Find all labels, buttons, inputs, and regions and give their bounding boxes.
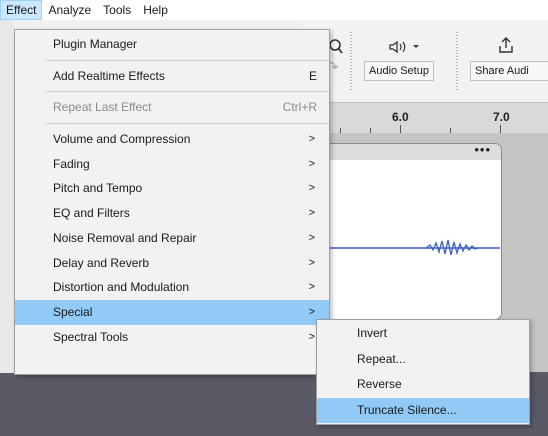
clip-header[interactable]: ••• [319,143,501,160]
ruler-label-6: 6.0 [392,110,409,124]
menu-item-label: Add Realtime Effects [53,68,165,83]
menu-effect[interactable]: Effect [0,0,43,20]
timeline-ruler[interactable]: 6.0 7.0 [300,102,548,134]
menu-item-add-realtime-effects[interactable]: Add Realtime Effects E [15,64,329,89]
menu-item-repeat-last-effect: Repeat Last Effect Ctrl+R [15,95,329,120]
menu-separator [45,59,329,61]
chevron-right-icon: > [308,281,315,294]
chevron-right-icon: > [308,207,315,220]
menu-item-label: Repeat Last Effect [53,100,152,115]
speaker-icon[interactable] [388,40,422,57]
menu-item-special[interactable]: Special > [15,299,329,325]
chevron-right-icon: > [308,231,315,244]
menu-item-label: Spectral Tools [53,329,129,344]
submenu-item-truncate-silence[interactable]: Truncate Silence... [317,397,529,423]
menu-item-pitch-and-tempo[interactable]: Pitch and Tempo > [15,176,329,201]
menu-item-label: Distortion and Modulation [53,280,190,295]
chevron-right-icon: > [308,133,315,146]
submenu-item-invert[interactable]: Invert [317,321,529,347]
special-submenu: Invert Repeat... Reverse Truncate Silenc… [316,319,530,425]
menu-item-label: Reverse [357,377,402,391]
share-icon[interactable] [498,36,514,58]
clip-menu-icon[interactable]: ••• [474,143,491,156]
toolbar: ↷ Audio Setup Share Audi [300,20,548,98]
ruler-tick [400,125,401,133]
menu-item-delay-and-reverb[interactable]: Delay and Reverb > [15,251,329,276]
menu-item-label: Volume and Compression [53,132,191,147]
menu-item-distortion-and-modulation[interactable]: Distortion and Modulation > [15,275,329,300]
submenu-item-repeat[interactable]: Repeat... [317,347,529,373]
waveform [318,239,500,256]
menu-item-label: Truncate Silence... [357,402,457,417]
menu-separator [45,123,329,125]
menu-item-label: Noise Removal and Repair [53,230,197,245]
audio-setup-button[interactable]: Audio Setup [364,61,434,81]
lower-background [0,373,330,436]
menu-bar: Effect Analyze Tools Help [0,0,548,20]
menu-item-shortcut: E [308,68,317,83]
menu-item-label: Repeat... [357,351,406,366]
toolbar-grip-2[interactable] [456,32,458,90]
menu-item-eq-and-filters[interactable]: EQ and Filters > [15,201,329,226]
menu-item-volume-and-compression[interactable]: Volume and Compression > [15,127,329,152]
menu-item-label: Delay and Reverb [53,255,150,270]
menu-item-plugin-manager[interactable]: Plugin Manager [15,32,329,57]
chevron-right-icon: > [308,157,315,170]
menu-item-label: Plugin Manager [53,37,138,51]
menu-help[interactable]: Help [137,0,174,20]
effect-menu: Plugin Manager Add Realtime Effects E Re… [14,29,330,375]
menu-item-fading[interactable]: Fading > [15,152,329,177]
ruler-tick [500,125,501,133]
zoom-icon[interactable] [328,38,344,60]
submenu-item-reverse[interactable]: Reverse [317,372,529,398]
menu-item-shortcut: Ctrl+R [282,100,317,115]
chevron-right-icon: > [308,305,315,318]
menu-item-spectral-tools[interactable]: Spectral Tools > [15,325,329,350]
menu-tools[interactable]: Tools [97,0,137,20]
menu-item-label: Fading [53,156,90,171]
menu-item-label: EQ and Filters [53,206,130,221]
menu-item-label: Special [53,304,93,319]
menu-item-noise-removal-and-repair[interactable]: Noise Removal and Repair > [15,226,329,251]
menu-item-label: Pitch and Tempo [53,181,143,196]
menu-item-label: Invert [357,326,388,340]
share-audio-button[interactable]: Share Audi [470,61,548,81]
menu-analyze[interactable]: Analyze [42,0,97,20]
chevron-right-icon: > [308,182,315,195]
chevron-right-icon: > [308,256,315,269]
menu-separator [45,91,329,93]
chevron-right-icon: > [308,330,315,343]
toolbar-grip[interactable] [350,32,352,90]
ruler-label-7: 7.0 [493,110,510,124]
